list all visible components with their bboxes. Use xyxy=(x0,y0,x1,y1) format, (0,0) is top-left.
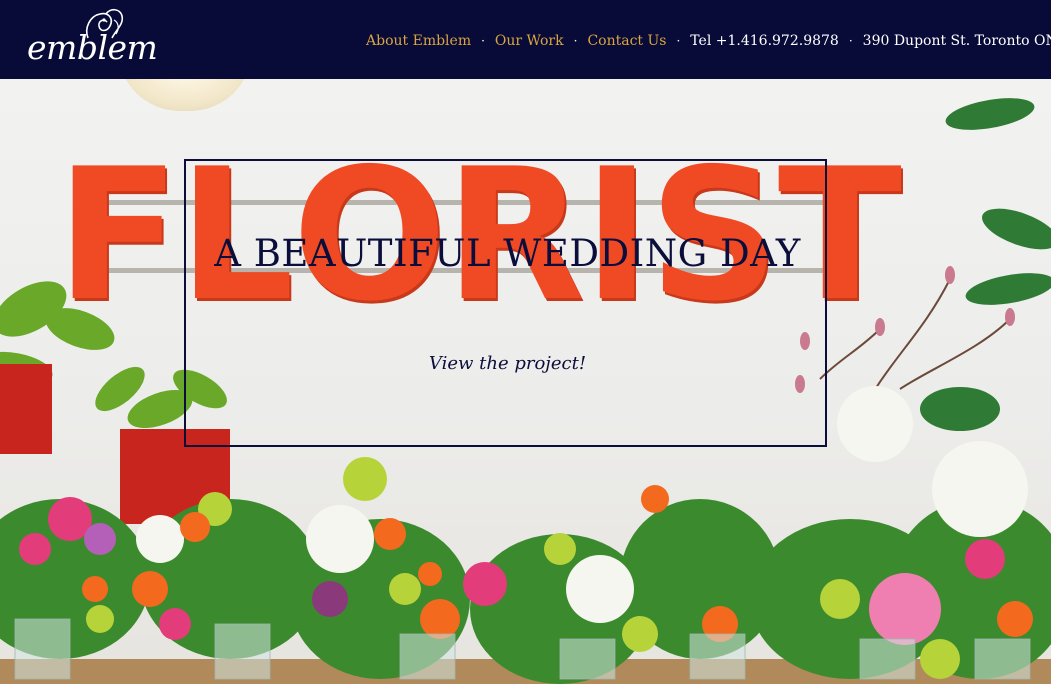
hero-overlay-frame: A BEAUTIFUL WEDDING DAY View the project… xyxy=(184,159,827,447)
nav-about-emblem[interactable]: About Emblem xyxy=(366,33,471,49)
nav-separator: · xyxy=(676,34,681,48)
nav-phone[interactable]: Tel +1.416.972.9878 xyxy=(690,33,839,49)
red-pot xyxy=(0,364,52,454)
nav-our-work[interactable]: Our Work xyxy=(495,33,564,49)
nav-address: 390 Dupont St. Toronto ON xyxy=(862,33,1051,49)
site-header: emblem About Emblem · Our Work · Contact… xyxy=(0,0,1051,79)
main-nav: About Emblem · Our Work · Contact Us · T… xyxy=(366,32,1051,50)
nav-separator: · xyxy=(848,34,853,48)
hero-banner: F L O R I S T A BEAUTIFUL WEDDING DAY Vi… xyxy=(0,79,1051,684)
emblem-logo[interactable]: emblem xyxy=(27,8,158,68)
right-plant xyxy=(920,98,1051,431)
nav-separator: · xyxy=(573,34,578,48)
hero-title: A BEAUTIFUL WEDDING DAY xyxy=(214,232,801,275)
nav-separator: · xyxy=(481,34,485,48)
view-project-link[interactable]: View the project! xyxy=(186,353,829,374)
nav-contact-us[interactable]: Contact Us xyxy=(587,33,666,49)
logo-wordmark: emblem xyxy=(27,28,158,67)
